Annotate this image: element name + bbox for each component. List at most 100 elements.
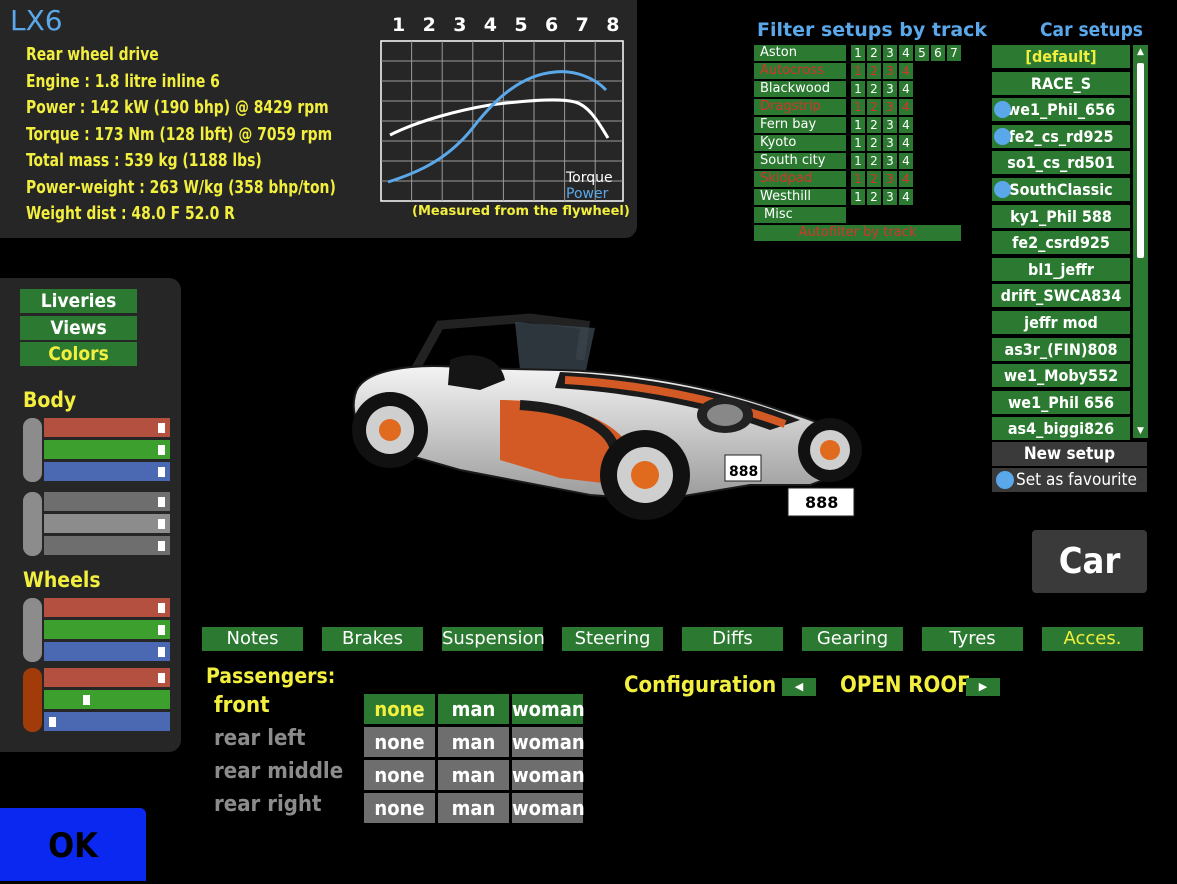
tab-diffs[interactable]: Diffs bbox=[682, 627, 783, 651]
slider-knob[interactable] bbox=[158, 603, 165, 613]
track-layout-button[interactable]: 3 bbox=[883, 45, 897, 61]
setup-item[interactable]: ky1_Phil 588 bbox=[992, 204, 1130, 228]
passenger-option-woman[interactable]: woman bbox=[512, 793, 585, 823]
track-layout-button[interactable]: 2 bbox=[867, 135, 881, 151]
scroll-thumb[interactable] bbox=[1137, 63, 1144, 258]
color-swatch[interactable] bbox=[23, 418, 42, 482]
liveries-button[interactable]: Liveries bbox=[20, 289, 137, 313]
track-filter-name[interactable]: Autocross bbox=[754, 63, 846, 79]
slider-knob[interactable] bbox=[158, 445, 165, 455]
track-layout-button[interactable]: 1 bbox=[851, 153, 865, 169]
tab-acces[interactable]: Acces. bbox=[1042, 627, 1143, 651]
colors-button[interactable]: Colors bbox=[20, 342, 137, 366]
track-filter-name[interactable]: Dragstrip bbox=[754, 99, 846, 115]
track-filter-name[interactable]: Fern bay bbox=[754, 117, 846, 133]
setup-item[interactable]: SouthClassic bbox=[992, 178, 1130, 201]
setup-item[interactable]: fe2_csrd925 bbox=[992, 231, 1130, 255]
track-filter-name[interactable]: Westhill bbox=[754, 189, 846, 205]
slider-knob[interactable] bbox=[158, 519, 165, 529]
color-slider[interactable] bbox=[44, 440, 170, 459]
filter-misc-button[interactable]: Misc bbox=[754, 207, 846, 223]
setup-item[interactable]: so1_cs_rd501 bbox=[992, 151, 1130, 175]
track-layout-button[interactable]: 1 bbox=[851, 45, 865, 61]
track-layout-button[interactable]: 1 bbox=[851, 171, 865, 187]
track-layout-button[interactable]: 4 bbox=[899, 189, 913, 205]
views-button[interactable]: Views bbox=[20, 316, 137, 340]
new-setup-button[interactable]: New setup bbox=[992, 442, 1147, 466]
color-slider[interactable] bbox=[44, 712, 170, 731]
slider-knob[interactable] bbox=[83, 695, 90, 705]
track-layout-button[interactable]: 4 bbox=[899, 45, 913, 61]
setup-item[interactable]: bl1_jeffr bbox=[992, 257, 1130, 281]
track-filter-name[interactable]: Aston bbox=[754, 45, 846, 61]
config-next-icon[interactable]: ▶ bbox=[966, 678, 1000, 696]
track-layout-button[interactable]: 2 bbox=[867, 81, 881, 97]
tab-tyres[interactable]: Tyres bbox=[922, 627, 1023, 651]
track-layout-button[interactable]: 4 bbox=[899, 135, 913, 151]
track-layout-button[interactable]: 3 bbox=[883, 63, 897, 79]
setup-item[interactable]: fe2_cs_rd925 bbox=[992, 124, 1130, 148]
color-slider[interactable] bbox=[44, 514, 170, 533]
track-layout-button[interactable]: 4 bbox=[899, 63, 913, 79]
track-layout-button[interactable]: 4 bbox=[899, 117, 913, 133]
tab-notes[interactable]: Notes bbox=[202, 627, 303, 651]
track-layout-button[interactable]: 3 bbox=[883, 99, 897, 115]
ok-button[interactable]: OK bbox=[0, 808, 146, 881]
color-swatch[interactable] bbox=[23, 598, 42, 662]
track-layout-button[interactable]: 2 bbox=[867, 117, 881, 133]
setup-item[interactable]: we1_Phil 656 bbox=[992, 390, 1130, 414]
passenger-option-woman[interactable]: woman bbox=[512, 760, 585, 790]
autofilter-button[interactable]: Autofilter by track bbox=[754, 225, 961, 241]
track-layout-button[interactable]: 2 bbox=[867, 153, 881, 169]
set-favourite-button[interactable]: Set as favourite bbox=[992, 468, 1147, 492]
color-slider[interactable] bbox=[44, 418, 170, 437]
track-layout-button[interactable]: 1 bbox=[851, 135, 865, 151]
track-layout-button[interactable]: 3 bbox=[883, 171, 897, 187]
track-layout-button[interactable]: 1 bbox=[851, 189, 865, 205]
car-3d-view[interactable]: 888 888 bbox=[330, 300, 890, 530]
track-layout-button[interactable]: 5 bbox=[915, 45, 929, 61]
track-layout-button[interactable]: 4 bbox=[899, 99, 913, 115]
passenger-option-man[interactable]: man bbox=[438, 727, 509, 757]
setup-item[interactable]: RACE_S bbox=[992, 71, 1130, 95]
track-filter-name[interactable]: Skidpad bbox=[754, 171, 846, 187]
setup-scrollbar[interactable]: ▲ ▼ bbox=[1133, 45, 1148, 438]
tab-brakes[interactable]: Brakes bbox=[322, 627, 423, 651]
slider-knob[interactable] bbox=[158, 647, 165, 657]
slider-knob[interactable] bbox=[49, 717, 56, 727]
tab-gearing[interactable]: Gearing bbox=[802, 627, 903, 651]
passenger-option-none[interactable]: none bbox=[364, 694, 435, 724]
track-filter-name[interactable]: Kyoto bbox=[754, 135, 846, 151]
color-slider[interactable] bbox=[44, 620, 170, 639]
passenger-option-man[interactable]: man bbox=[438, 694, 509, 724]
slider-knob[interactable] bbox=[158, 625, 165, 635]
color-swatch[interactable] bbox=[23, 668, 42, 732]
car-button[interactable]: Car bbox=[1032, 530, 1147, 593]
color-slider[interactable] bbox=[44, 462, 170, 481]
track-layout-button[interactable]: 1 bbox=[851, 63, 865, 79]
track-layout-button[interactable]: 3 bbox=[883, 153, 897, 169]
config-prev-icon[interactable]: ◀ bbox=[782, 678, 816, 696]
scroll-up-icon[interactable]: ▲ bbox=[1133, 45, 1148, 59]
track-layout-button[interactable]: 2 bbox=[867, 189, 881, 205]
setup-item[interactable]: we1_Phil_656 bbox=[992, 98, 1130, 122]
track-layout-button[interactable]: 6 bbox=[931, 45, 945, 61]
setup-item[interactable]: drift_SWCA834 bbox=[992, 284, 1130, 308]
passenger-option-woman[interactable]: woman bbox=[512, 694, 585, 724]
track-layout-button[interactable]: 4 bbox=[899, 153, 913, 169]
color-slider[interactable] bbox=[44, 598, 170, 617]
track-layout-button[interactable]: 3 bbox=[883, 117, 897, 133]
color-slider[interactable] bbox=[44, 536, 170, 555]
setup-item[interactable]: [default] bbox=[992, 45, 1130, 68]
setup-item[interactable]: as4_biggi826 bbox=[992, 417, 1130, 441]
color-slider[interactable] bbox=[44, 492, 170, 511]
slider-knob[interactable] bbox=[158, 423, 165, 433]
track-layout-button[interactable]: 2 bbox=[867, 171, 881, 187]
color-slider[interactable] bbox=[44, 690, 170, 709]
track-layout-button[interactable]: 3 bbox=[883, 81, 897, 97]
color-swatch[interactable] bbox=[23, 492, 42, 556]
track-layout-button[interactable]: 2 bbox=[867, 63, 881, 79]
track-layout-button[interactable]: 7 bbox=[947, 45, 961, 61]
tab-steering[interactable]: Steering bbox=[562, 627, 663, 651]
passenger-option-man[interactable]: man bbox=[438, 793, 509, 823]
